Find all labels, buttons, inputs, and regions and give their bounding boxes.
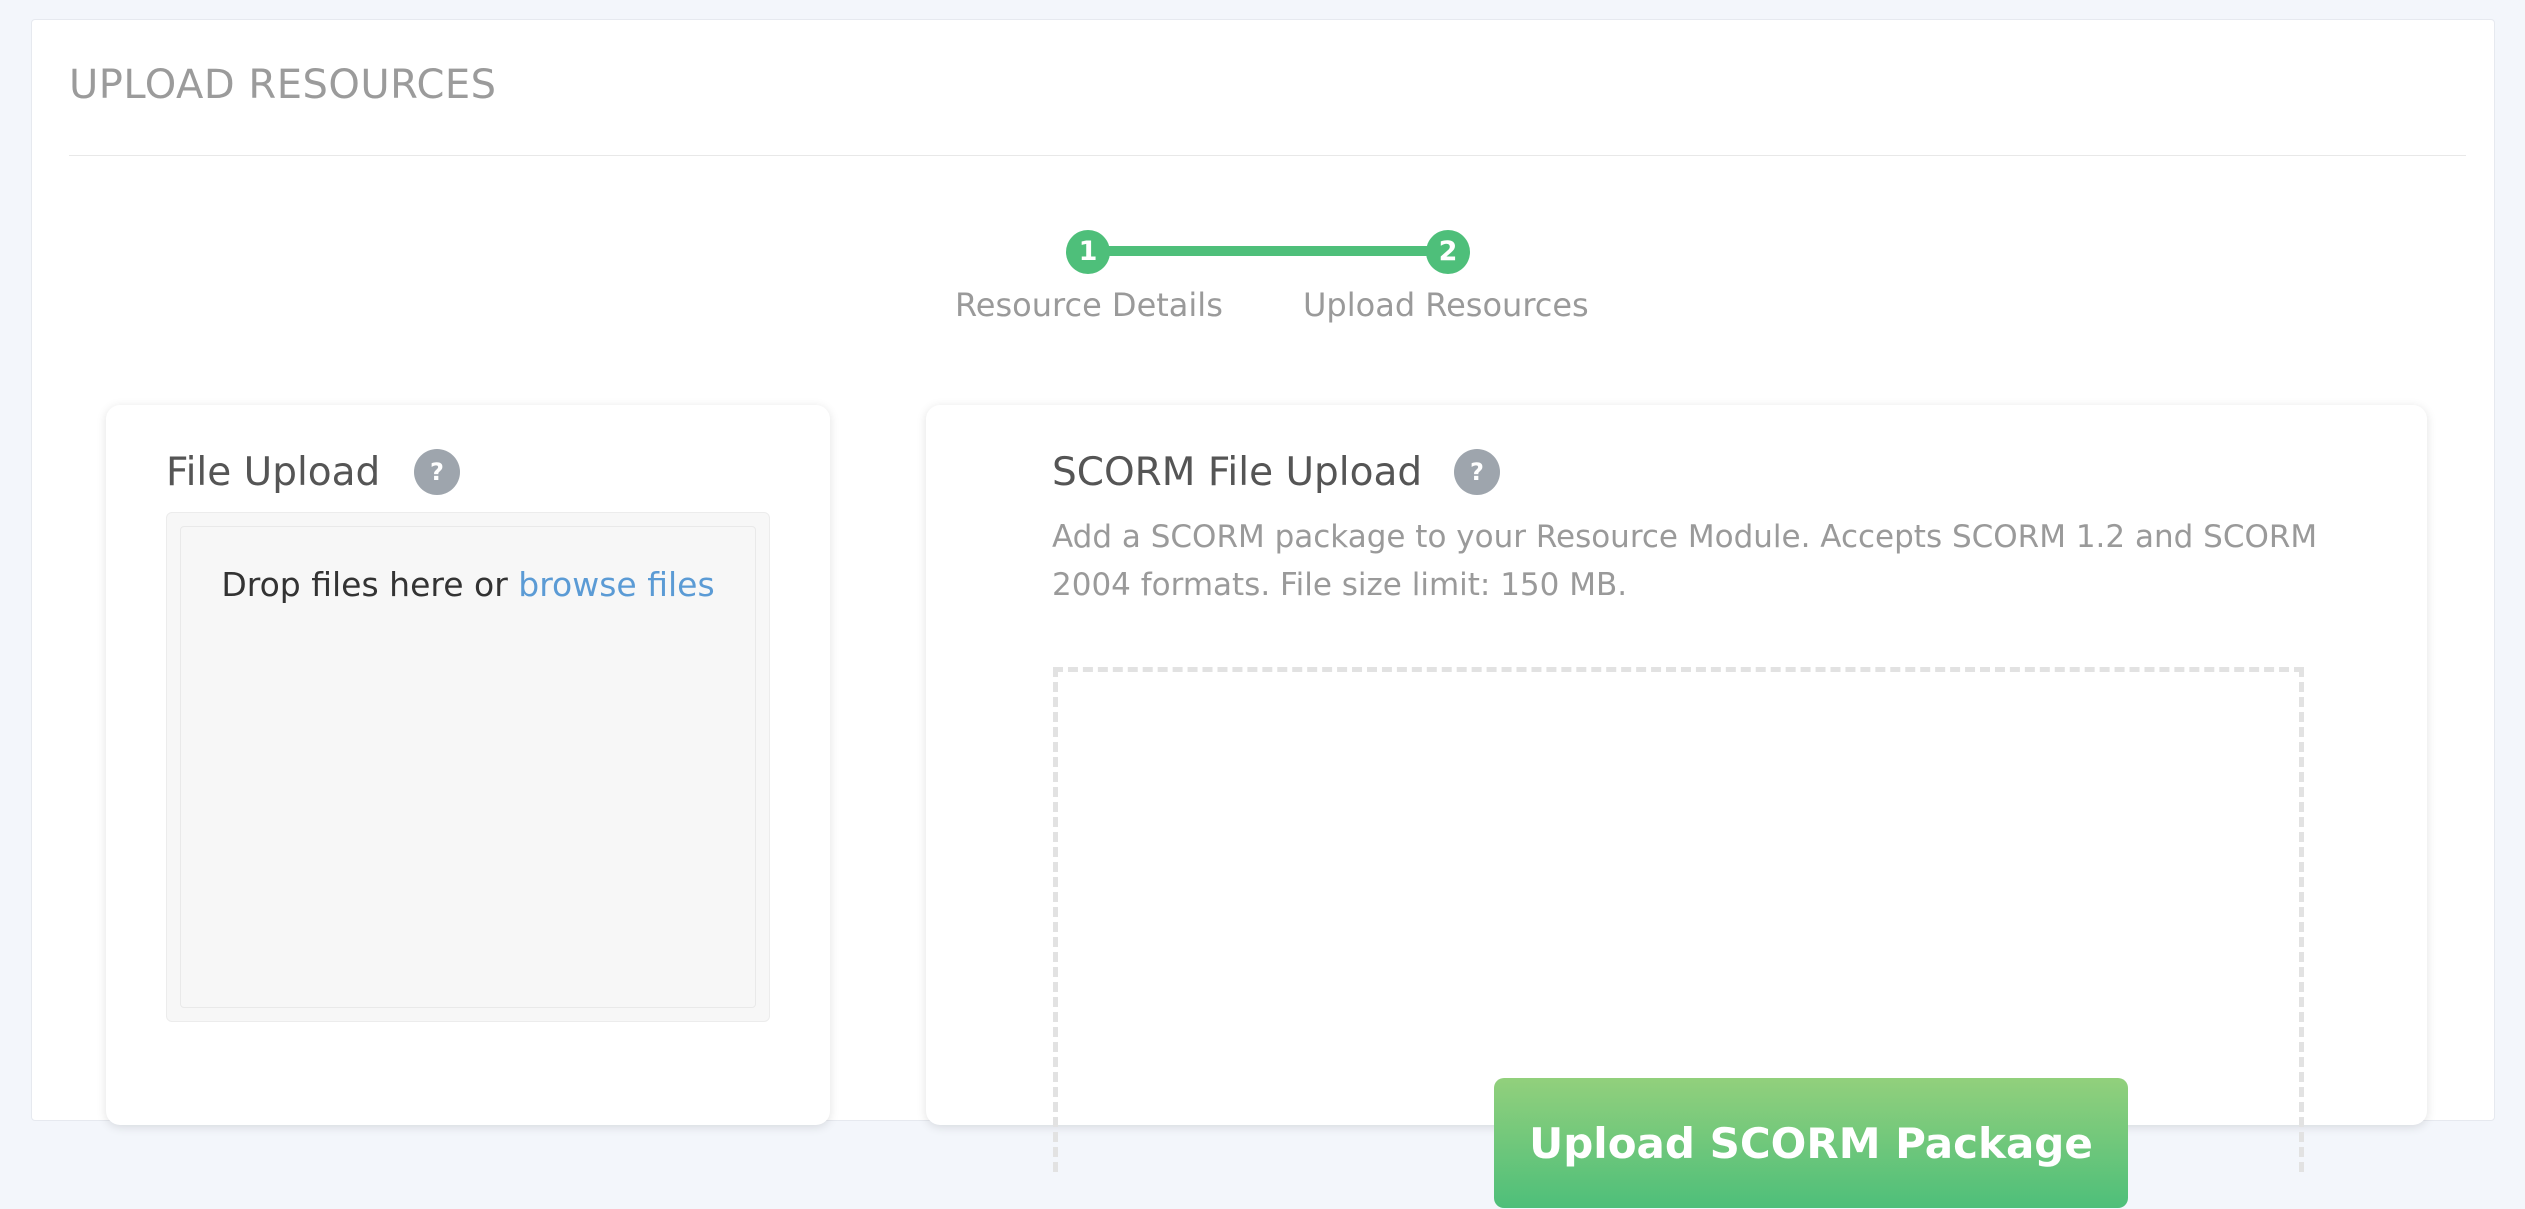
- step-2-label[interactable]: Upload Resources: [1303, 286, 1589, 324]
- drop-files-text: Drop files here or browse files: [181, 565, 755, 604]
- page-title: UPLOAD RESOURCES: [69, 62, 497, 108]
- file-dropzone-inner[interactable]: Drop files here or browse files: [180, 526, 756, 1008]
- scorm-upload-description: Add a SCORM package to your Resource Mod…: [1052, 519, 2318, 603]
- file-dropzone[interactable]: Drop files here or browse files: [166, 512, 770, 1022]
- scorm-upload-title: SCORM File Upload: [1052, 450, 1423, 495]
- file-upload-title: File Upload: [166, 450, 381, 495]
- title-divider: [69, 155, 2466, 156]
- help-icon[interactable]: ?: [1454, 449, 1500, 495]
- scorm-upload-card: SCORM File Upload ? Add a SCORM package …: [926, 405, 2427, 1208]
- step-2-indicator[interactable]: 2: [1426, 230, 1470, 274]
- help-icon[interactable]: ?: [414, 449, 460, 495]
- scorm-dropzone[interactable]: Upload SCORM Package: [1053, 667, 2304, 1208]
- drop-files-prompt: Drop files here or: [221, 565, 519, 604]
- browse-files-link[interactable]: browse files: [518, 565, 714, 604]
- upload-scorm-package-button[interactable]: Upload SCORM Package: [1494, 1078, 2128, 1208]
- file-upload-card: File Upload ? Drop files here or browse …: [106, 405, 830, 1125]
- stepper-progress-line: [1088, 246, 1448, 256]
- step-1-indicator[interactable]: 1: [1066, 230, 1110, 274]
- step-1-label[interactable]: Resource Details: [955, 286, 1223, 324]
